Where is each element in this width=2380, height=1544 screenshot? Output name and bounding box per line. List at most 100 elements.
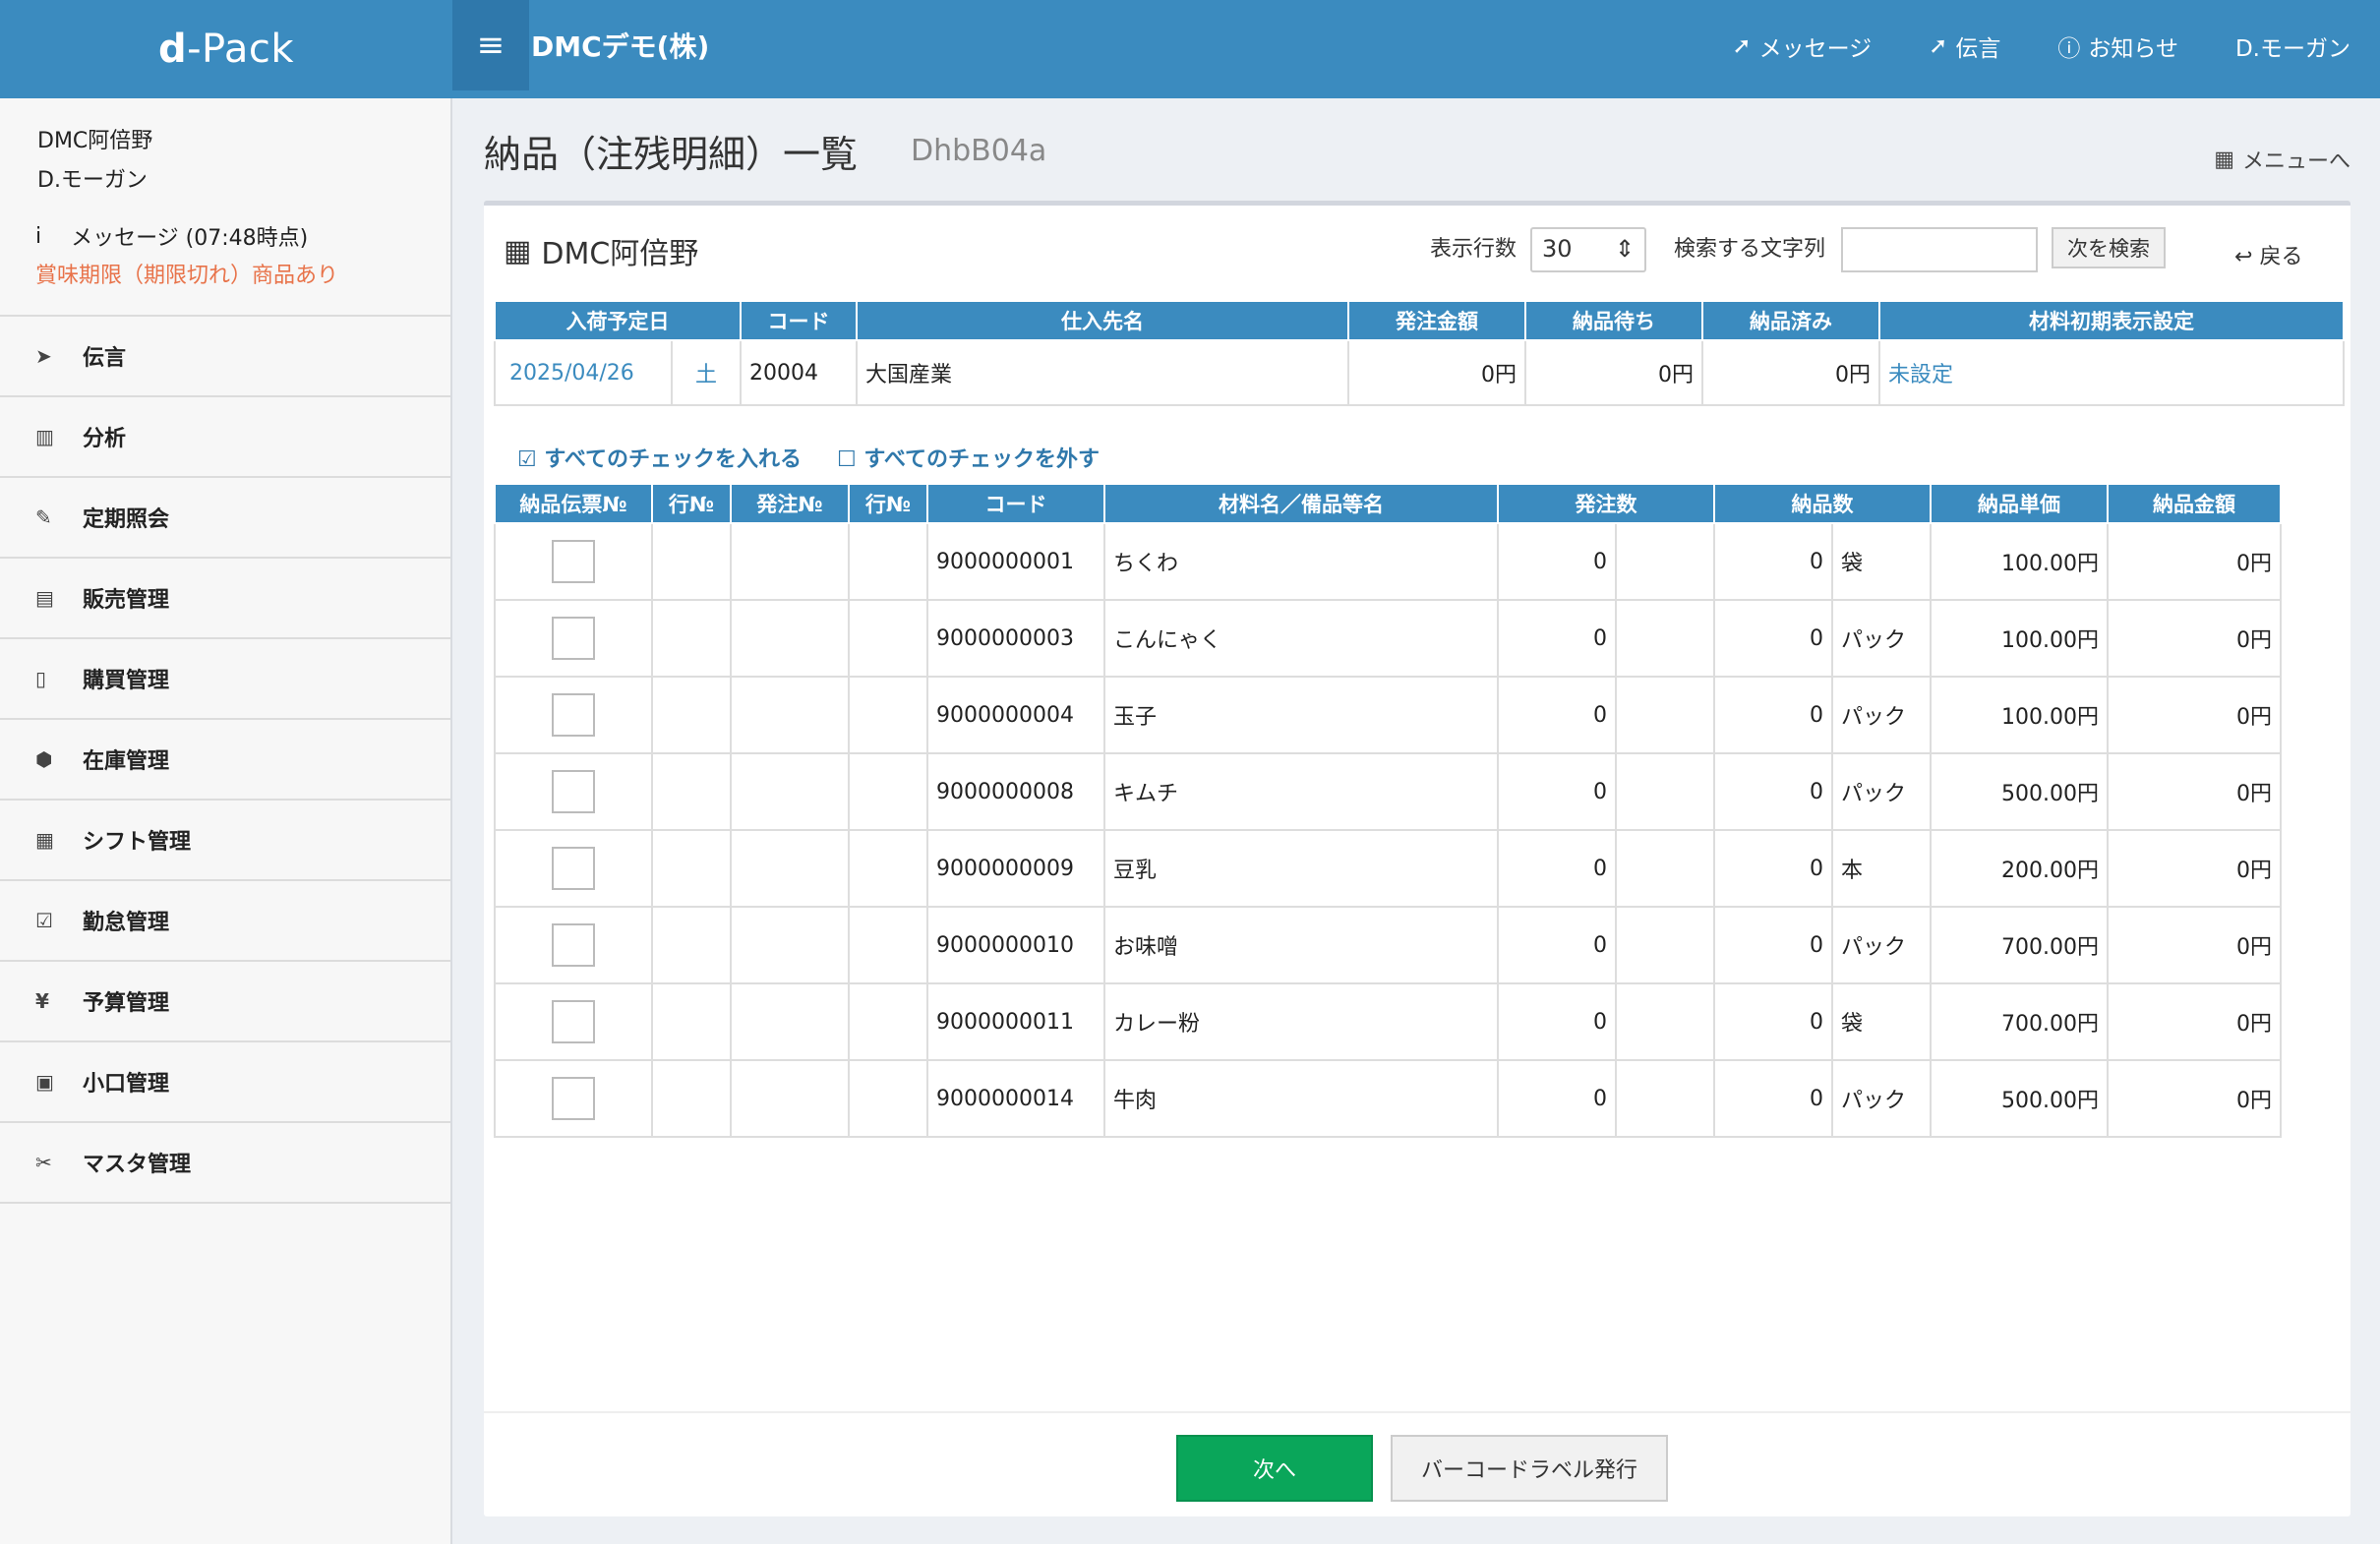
sidebar-item-label: 勤怠管理	[83, 911, 170, 935]
table-row: 9000000001 ちくわ 0 0 袋 100.00円 0円	[494, 522, 2282, 601]
brand-prefix: d	[157, 27, 188, 72]
barcode-label-button[interactable]: バーコードラベル発行	[1391, 1435, 1668, 1502]
menu-link[interactable]: ▦ メニューへ	[2214, 144, 2350, 175]
back-link[interactable]: ↩ 戻る	[2234, 239, 2302, 270]
uncheck-all-link[interactable]: ☐ すべてのチェックを外す	[837, 442, 1100, 473]
row-checkbox[interactable]	[552, 1077, 595, 1120]
sidebar-user-info: DMC阿倍野 D.モーガン	[0, 98, 450, 201]
row-checkbox[interactable]	[552, 770, 595, 813]
col-header: 納品伝票№	[494, 483, 653, 524]
sidebar-warning[interactable]: 賞味期限（期限切れ）商品あり	[0, 252, 450, 289]
unit-price: 100.00円	[1930, 676, 2109, 754]
initial-setting-link[interactable]: 未設定	[1878, 339, 2345, 406]
delivery-unit: パック	[1831, 752, 1932, 831]
order-no-cell	[730, 829, 850, 908]
sidebar-message-label: メッセージ (07:48時点)	[71, 226, 309, 251]
company-name: DMCデモ(株)	[531, 30, 710, 63]
sidebar-message[interactable]: i メッセージ (07:48時点)	[0, 201, 450, 252]
sidebar-item-label: 購買管理	[83, 669, 170, 693]
table-row: 9000000008 キムチ 0 0 パック 500.00円 0円	[494, 752, 2282, 831]
delivery-qty[interactable]: 0	[1713, 522, 1833, 601]
check-all-label: すべてのチェックを入れる	[544, 447, 802, 472]
page-title: 納品（注残明細）一覧	[484, 133, 859, 176]
row-checkbox-cell	[494, 829, 653, 908]
row-checkbox[interactable]	[552, 1000, 595, 1043]
order-no-cell	[730, 1059, 850, 1138]
col-header: 発注№	[730, 483, 850, 524]
sidebar-item-petty-cash[interactable]: ▣ 小口管理	[0, 1042, 450, 1123]
back-arrow-icon: ↩	[2234, 245, 2253, 269]
delivery-qty[interactable]: 0	[1713, 752, 1833, 831]
find-next-button[interactable]: 次を検索	[2052, 227, 2166, 268]
next-button[interactable]: 次へ	[1176, 1435, 1373, 1502]
nav-notices[interactable]: ⓘ お知らせ	[2057, 30, 2178, 63]
delivery-qty[interactable]: 0	[1713, 599, 1833, 678]
order-unit-cell	[1615, 1059, 1715, 1138]
order-no-cell	[730, 599, 850, 678]
row-checkbox[interactable]	[552, 693, 595, 737]
row-checkbox[interactable]	[552, 540, 595, 583]
back-label: 戻る	[2259, 245, 2303, 269]
delivery-qty[interactable]: 0	[1713, 982, 1833, 1061]
brand-logo[interactable]: d -Pack	[0, 0, 452, 98]
delivered-amount: 0円	[1701, 339, 1880, 406]
item-code: 9000000010	[926, 906, 1105, 984]
item-code: 9000000003	[926, 599, 1105, 678]
delivery-qty[interactable]: 0	[1713, 829, 1833, 908]
hamburger-icon: ≡	[476, 26, 506, 65]
nav-label: D.モーガン	[2234, 36, 2350, 62]
order-no-cell	[730, 676, 850, 754]
hamburger-menu-button[interactable]: ≡	[452, 0, 529, 90]
sidebar-item-periodic[interactable]: ✎ 定期照会	[0, 478, 450, 559]
col-header: 納品済み	[1701, 300, 1880, 341]
brand-rest: -Pack	[187, 27, 295, 72]
search-input[interactable]	[1841, 227, 2038, 272]
col-header: 発注金額	[1347, 300, 1526, 341]
order-qty: 0	[1497, 752, 1617, 831]
line-no-cell	[651, 522, 732, 601]
delivery-amount: 0円	[2107, 829, 2282, 908]
fax-icon: ▤	[35, 586, 54, 610]
sidebar-item-attendance[interactable]: ☑ 勤怠管理	[0, 881, 450, 962]
row-checkbox[interactable]	[552, 617, 595, 660]
unit-price: 100.00円	[1930, 599, 2109, 678]
check-all-link[interactable]: ☑ すべてのチェックを入れる	[517, 442, 802, 473]
sidebar-item-sales[interactable]: ▤ 販売管理	[0, 559, 450, 639]
briefcase-icon: ▣	[35, 1070, 54, 1094]
sidebar-item-inventory[interactable]: ⬢ 在庫管理	[0, 720, 450, 801]
delivery-date[interactable]: 2025/04/26	[494, 339, 673, 406]
sidebar-item-dengon[interactable]: ➤ 伝言	[0, 317, 450, 397]
row-checkbox[interactable]	[552, 923, 595, 967]
line-no-cell	[651, 906, 732, 984]
row-checkbox-cell	[494, 1059, 653, 1138]
rows-label: 表示行数	[1430, 237, 1517, 262]
order-amount: 0円	[1347, 339, 1526, 406]
delivery-unit: パック	[1831, 1059, 1932, 1138]
sidebar-item-label: 販売管理	[83, 588, 170, 613]
sidebar-item-analysis[interactable]: ▥ 分析	[0, 397, 450, 478]
nav-messages[interactable]: ➚ メッセージ	[1732, 30, 1872, 63]
panel-store: DMC阿倍野	[541, 237, 699, 271]
sidebar-menu: ➤ 伝言 ▥ 分析 ✎ 定期照会 ▤ 販売管理 ▯ 購買管理 ⬢ 在庫管理 ▦ シフト管理 ☑…	[0, 315, 450, 1204]
sidebar-item-purchase[interactable]: ▯ 購買管理	[0, 639, 450, 720]
sidebar-item-shift[interactable]: ▦ シフト管理	[0, 801, 450, 881]
item-code: 9000000009	[926, 829, 1105, 908]
delivery-qty[interactable]: 0	[1713, 1059, 1833, 1138]
top-nav: ➚ メッセージ ➚ 伝言 ⓘ お知らせ D.モーガン	[1732, 30, 2350, 63]
sidebar-item-master[interactable]: ✂ マスタ管理	[0, 1123, 450, 1204]
line-no-cell	[651, 982, 732, 1061]
item-name: 牛肉	[1103, 1059, 1499, 1138]
delivery-qty[interactable]: 0	[1713, 676, 1833, 754]
uncheck-all-label: すべてのチェックを外す	[863, 447, 1100, 472]
nav-dengon[interactable]: ➚ 伝言	[1929, 30, 2000, 63]
col-header: 納品待ち	[1524, 300, 1703, 341]
delivery-qty[interactable]: 0	[1713, 906, 1833, 984]
unit-price: 500.00円	[1930, 752, 2109, 831]
nav-user[interactable]: D.モーガン	[2235, 30, 2350, 63]
row-checkbox[interactable]	[552, 847, 595, 890]
item-code: 9000000014	[926, 1059, 1105, 1138]
bar-chart-icon: ▥	[35, 425, 54, 448]
rows-select[interactable]: 30 ⇕	[1530, 227, 1646, 272]
check-controls: ☑ すべてのチェックを入れる ☐ すべてのチェックを外す	[517, 442, 1100, 473]
sidebar-item-budget[interactable]: ¥ 予算管理	[0, 962, 450, 1042]
